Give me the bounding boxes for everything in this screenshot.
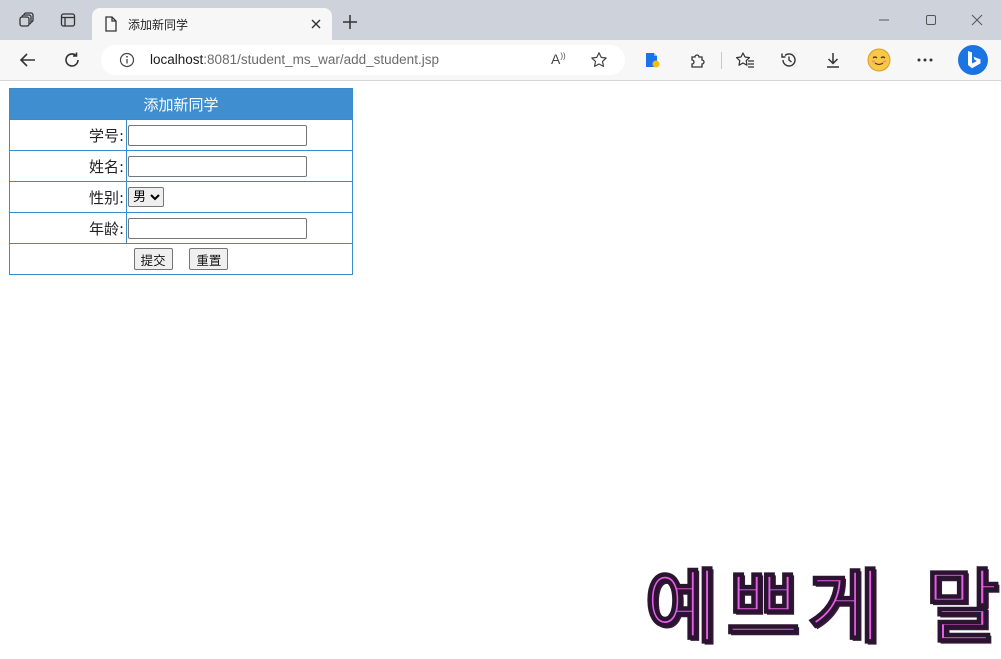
tab-title: 添加新同学	[128, 18, 189, 32]
history-icon[interactable]	[773, 44, 805, 76]
overlay-text: 예쁘게 말	[644, 560, 1001, 655]
page-icon	[104, 16, 118, 36]
tab-bar: 添加新同学	[0, 0, 1001, 40]
puzzle-icon[interactable]	[681, 44, 713, 76]
button-row: 提交 重置	[9, 243, 353, 275]
info-icon[interactable]	[119, 52, 135, 72]
name-label: 姓名:	[9, 150, 127, 182]
age-label: 年龄:	[9, 212, 127, 244]
back-arrow-icon[interactable]	[12, 44, 44, 76]
age-input[interactable]	[128, 217, 307, 239]
more-icon[interactable]	[909, 44, 941, 76]
tab-actions-icon[interactable]	[52, 4, 84, 36]
gender-select[interactable]: 男	[128, 187, 164, 208]
close-icon[interactable]	[306, 14, 326, 34]
refresh-icon[interactable]	[56, 44, 88, 76]
profile-emoji-icon[interactable]	[863, 44, 895, 76]
browser-toolbar: localhost:8081/student_ms_war/add_studen…	[0, 40, 1001, 81]
read-aloud-icon[interactable]: A))	[551, 51, 566, 67]
bing-icon[interactable]	[955, 42, 991, 78]
maximize-icon[interactable]	[908, 0, 954, 40]
reset-button[interactable]: 重置	[189, 248, 229, 270]
address-bar[interactable]: localhost:8081/student_ms_war/add_studen…	[101, 45, 625, 75]
active-tab[interactable]: 添加新同学	[92, 8, 332, 40]
url-text: localhost:8081/student_ms_war/add_studen…	[150, 52, 439, 67]
star-icon[interactable]	[590, 51, 608, 73]
student-id-label: 学号:	[9, 119, 127, 151]
page-content: 添加新同学 学号: 姓名: 性别: 男 年龄: 提交 重置 예쁘게 말	[0, 81, 1001, 655]
plus-icon[interactable]	[336, 8, 364, 36]
toolbar-divider	[721, 52, 722, 69]
add-student-form: 添加新同学 学号: 姓名: 性别: 男 年龄: 提交 重置	[9, 88, 353, 275]
close-window-icon[interactable]	[954, 0, 1000, 40]
file-extension-icon[interactable]	[636, 44, 668, 76]
form-caption: 添加新同学	[9, 88, 353, 120]
name-input[interactable]	[128, 155, 307, 177]
minimize-icon[interactable]	[861, 0, 907, 40]
gender-label: 性别:	[9, 181, 127, 213]
download-icon[interactable]	[817, 44, 849, 76]
student-id-input[interactable]	[128, 124, 307, 146]
favorites-icon[interactable]	[729, 44, 761, 76]
submit-button[interactable]: 提交	[133, 248, 173, 270]
workspaces-icon[interactable]	[11, 4, 43, 36]
